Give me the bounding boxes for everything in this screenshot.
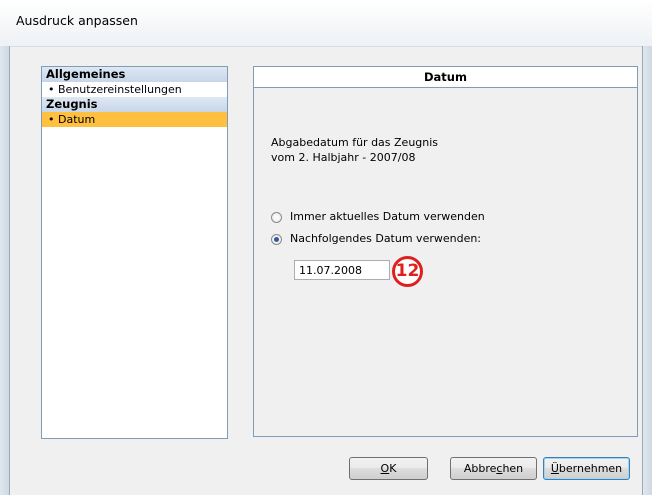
datum-panel: Datum Abgabedatum für das Zeugnis vom 2.… <box>253 66 638 437</box>
window-frame-left <box>0 46 10 495</box>
apply-button[interactable]: Übernehmen <box>543 457 630 480</box>
ok-label-end: K <box>389 462 397 475</box>
tree-group-zeugnis[interactable]: Zeugnis <box>42 97 227 112</box>
radio-label: Nachfolgendes Datum verwenden: <box>290 232 482 245</box>
dialog-window: Ausdruck anpassen Allgemeines • Benutzere… <box>0 0 652 495</box>
tree-item-benutzereinstellungen[interactable]: • Benutzereinstellungen <box>42 82 227 97</box>
cancel-label-start: Abbre <box>463 462 497 475</box>
annotation-badge: 12 <box>392 256 423 287</box>
ok-button[interactable]: OK <box>349 457 428 480</box>
description-line-1: Abgabedatum für das Zeugnis <box>271 136 439 149</box>
dialog-client-area: Allgemeines • Benutzereinstellungen Zeugn… <box>10 47 642 495</box>
date-input[interactable] <box>294 260 390 280</box>
tree-group-label: Allgemeines <box>46 67 126 81</box>
cancel-label-end: hen <box>502 462 524 475</box>
radio-button-checked[interactable] <box>271 233 282 245</box>
cancel-button[interactable]: Abbrechen <box>450 457 537 480</box>
window-title: Ausdruck anpassen <box>16 13 138 28</box>
radio-following-date[interactable]: Nachfolgendes Datum verwenden: <box>271 231 481 247</box>
bullet-icon: • <box>48 113 55 126</box>
panel-title: Datum <box>254 67 637 88</box>
bullet-icon: • <box>48 83 55 96</box>
tree-item-label: Datum <box>58 113 96 126</box>
tree-item-datum[interactable]: • Datum <box>42 112 227 127</box>
radio-current-date[interactable]: Immer aktuelles Datum verwenden <box>271 209 485 225</box>
tree-group-allgemeines[interactable]: Allgemeines <box>42 67 227 82</box>
description-text: Abgabedatum für das Zeugnis vom 2. Halbj… <box>271 135 438 165</box>
radio-label: Immer aktuelles Datum verwenden <box>290 210 485 223</box>
apply-label-end: bernehmen <box>558 462 623 475</box>
title-bar[interactable]: Ausdruck anpassen <box>0 0 652 47</box>
apply-mnemonic: Ü <box>550 462 559 475</box>
tree-item-label: Benutzereinstellungen <box>58 83 182 96</box>
description-line-2: vom 2. Halbjahr - 2007/08 <box>271 151 416 164</box>
window-frame-right <box>642 46 652 495</box>
radio-button[interactable] <box>271 211 282 223</box>
tree-group-label: Zeugnis <box>46 97 98 111</box>
ok-mnemonic: O <box>380 462 390 475</box>
settings-tree: Allgemeines • Benutzereinstellungen Zeugn… <box>41 66 228 439</box>
